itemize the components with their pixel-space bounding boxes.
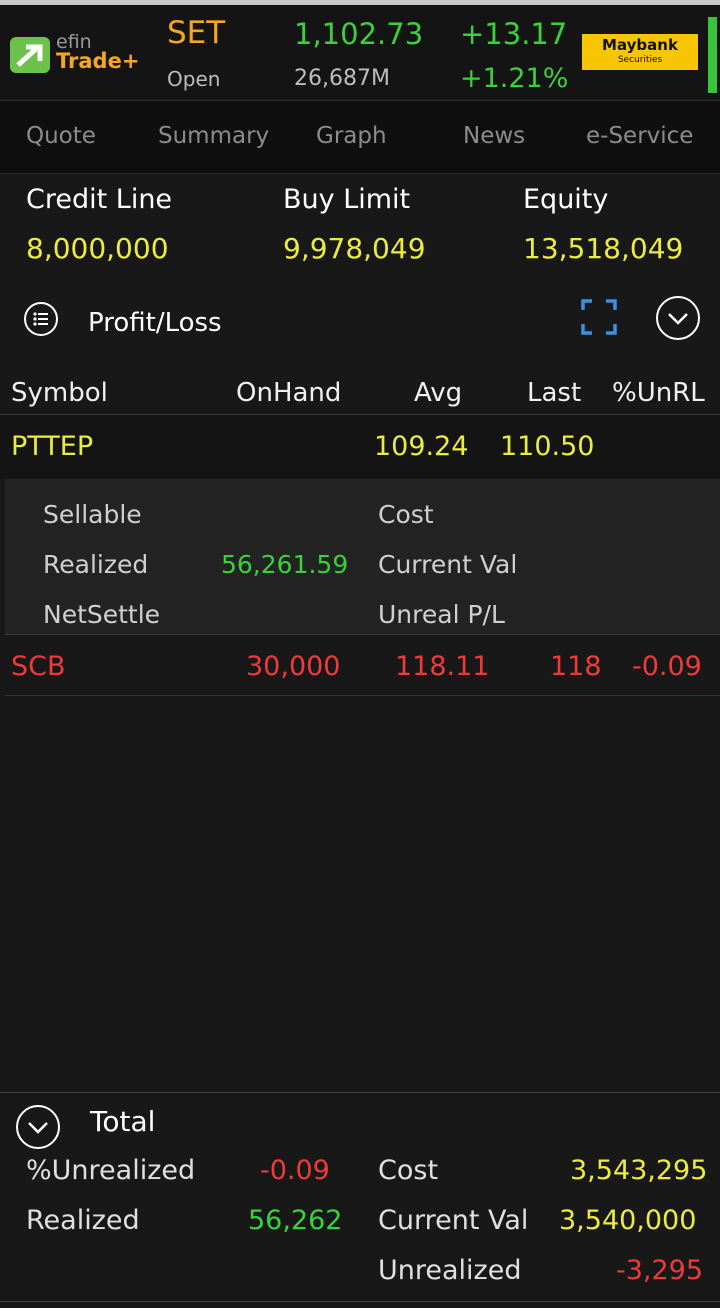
- current-val-label: Current Val: [378, 550, 518, 579]
- sellable-label: Sellable: [43, 500, 142, 529]
- tab-news[interactable]: News: [463, 123, 525, 149]
- col-onhand[interactable]: OnHand: [236, 378, 341, 408]
- credit-line-label: Credit Line: [26, 184, 173, 215]
- row-symbol: SCB: [11, 651, 66, 682]
- row-last: 110.50: [500, 431, 595, 462]
- col-last[interactable]: Last: [527, 378, 581, 408]
- efin-trade-logo: efin Trade+: [10, 31, 150, 81]
- market-volume: 26,687M: [294, 66, 390, 91]
- list-menu-icon[interactable]: [24, 302, 58, 336]
- total-realized-label: Realized: [26, 1205, 140, 1236]
- unreal-pl-label: Unreal P/L: [378, 600, 505, 629]
- profit-loss-title: Profit/Loss: [88, 308, 222, 338]
- total-current-val-label: Current Val: [378, 1205, 529, 1236]
- row-detail-panel: Sellable Realized 56,261.59 NetSettle Co…: [5, 479, 720, 635]
- credit-line-value: 8,000,000: [26, 232, 169, 265]
- tab-summary[interactable]: Summary: [158, 123, 269, 149]
- equity-value: 13,518,049: [523, 232, 684, 265]
- fullscreen-icon[interactable]: [581, 298, 617, 340]
- table-row[interactable]: PTTEP 109.24 110.50: [0, 415, 720, 478]
- col-unrl[interactable]: %UnRL: [612, 378, 705, 408]
- index-value: 1,102.73: [294, 17, 424, 51]
- row-avg: 118.11: [395, 651, 490, 682]
- table-row[interactable]: SCB 30,000 118.11 118 -0.09: [5, 635, 720, 696]
- broker-name: Maybank: [602, 36, 678, 54]
- total-unrealized-value: -3,295: [616, 1255, 704, 1286]
- index-change: +13.17: [460, 17, 568, 51]
- total-unrealized-label: Unrealized: [378, 1255, 522, 1286]
- total-panel: Total %Unrealized -0.09 Realized 56,262 …: [0, 1092, 720, 1302]
- market-name: SET: [167, 15, 226, 51]
- realized-value: 56,261.59: [221, 550, 349, 579]
- row-symbol: PTTEP: [11, 431, 94, 462]
- tab-bar: Quote Summary Graph News e-Service: [0, 100, 720, 174]
- equity-label: Equity: [523, 184, 609, 215]
- tab-e-service[interactable]: e-Service: [586, 123, 693, 149]
- tab-graph[interactable]: Graph: [316, 123, 387, 149]
- tab-quote[interactable]: Quote: [26, 123, 96, 149]
- row-avg: 109.24: [374, 431, 469, 462]
- chevron-down-icon[interactable]: [16, 1105, 60, 1149]
- arrow-logo-icon: [10, 37, 50, 73]
- unrealized-pct-label: %Unrealized: [26, 1155, 196, 1186]
- total-cost-label: Cost: [378, 1155, 439, 1186]
- cost-label: Cost: [378, 500, 434, 529]
- col-avg[interactable]: Avg: [414, 378, 462, 408]
- market-header: efin Trade+ SET Open 1,102.73 26,687M +1…: [0, 5, 720, 99]
- realized-label: Realized: [43, 550, 149, 579]
- total-current-val-value: 3,540,000: [559, 1205, 697, 1236]
- broker-sub: Securities: [617, 55, 663, 65]
- index-change-percent: +1.21%: [460, 63, 569, 94]
- unrealized-pct-value: -0.09: [260, 1155, 330, 1186]
- total-cost-value: 3,543,295: [570, 1155, 708, 1186]
- row-onhand: 30,000: [246, 651, 341, 682]
- market-status-bar: [708, 17, 717, 93]
- market-status: Open: [167, 67, 221, 91]
- chevron-down-icon[interactable]: [656, 296, 700, 340]
- total-title: Total: [90, 1105, 156, 1138]
- col-symbol[interactable]: Symbol: [11, 378, 108, 408]
- buy-limit-label: Buy Limit: [283, 184, 411, 215]
- buy-limit-value: 9,978,049: [283, 232, 426, 265]
- total-realized-value: 56,262: [248, 1205, 343, 1236]
- row-unrl: -0.09: [632, 651, 702, 682]
- logo-trade-text: Trade+: [56, 49, 140, 73]
- maybank-logo: Maybank Securities: [582, 34, 698, 70]
- profit-loss-bar: Profit/Loss: [0, 296, 720, 352]
- row-last: 118: [550, 651, 602, 682]
- netsettle-label: NetSettle: [43, 600, 161, 629]
